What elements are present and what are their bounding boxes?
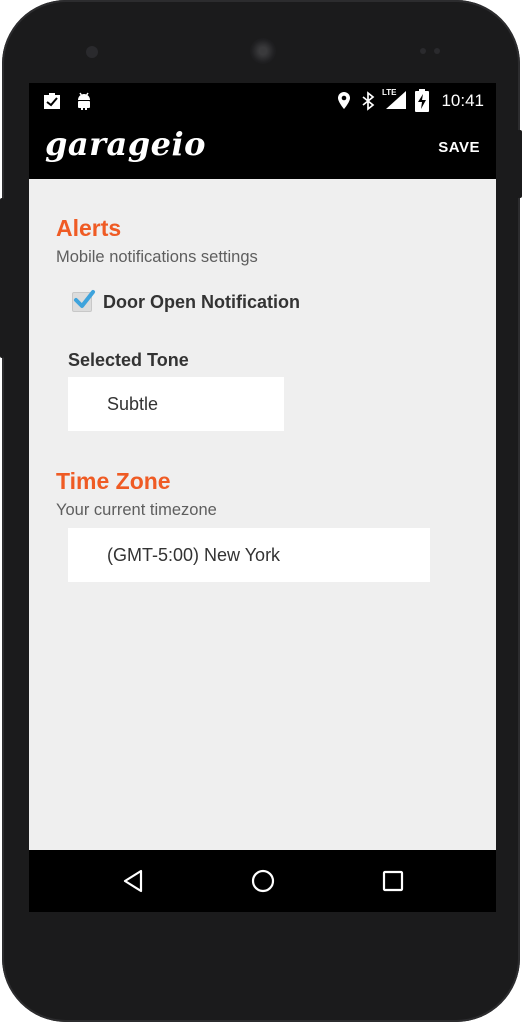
volume-button bbox=[0, 198, 4, 358]
lte-signal-icon: LTE bbox=[382, 87, 408, 116]
status-bar: LTE 10:41 bbox=[29, 83, 496, 119]
proximity-sensor bbox=[420, 48, 426, 54]
back-icon[interactable] bbox=[121, 868, 145, 899]
alerts-title: Alerts bbox=[56, 215, 122, 241]
screen: LTE 10:41 garageio SAVE Alerts Mobile no… bbox=[29, 83, 496, 912]
status-time: 10:41 bbox=[441, 91, 484, 110]
recents-icon[interactable] bbox=[381, 868, 405, 899]
app-bar: garageio SAVE bbox=[29, 119, 496, 179]
alerts-subtitle: Mobile notifications settings bbox=[56, 248, 258, 266]
location-icon bbox=[336, 91, 352, 116]
earpiece-speaker bbox=[250, 38, 276, 64]
navigation-bar bbox=[29, 850, 496, 912]
time-zone-title: Time Zone bbox=[56, 468, 171, 494]
clipboard-check-icon bbox=[42, 91, 62, 116]
bluetooth-icon bbox=[361, 91, 375, 116]
time-zone-subtitle: Your current timezone bbox=[56, 501, 217, 519]
front-camera bbox=[86, 46, 98, 58]
time-zone-selector[interactable]: (GMT-5:00) New York bbox=[68, 528, 430, 582]
android-icon bbox=[75, 91, 93, 116]
save-button[interactable]: SAVE bbox=[438, 139, 480, 156]
app-logo: garageio bbox=[45, 125, 206, 163]
tone-selector[interactable]: Subtle bbox=[68, 377, 284, 431]
home-icon[interactable] bbox=[250, 868, 276, 899]
time-zone-value: (GMT-5:00) New York bbox=[107, 545, 281, 565]
door-open-checkbox[interactable] bbox=[72, 290, 95, 312]
checkmark-icon bbox=[74, 290, 95, 308]
selected-tone-label: Selected Tone bbox=[68, 350, 189, 370]
lte-label: LTE bbox=[382, 88, 397, 97]
battery-charging-icon bbox=[415, 89, 429, 118]
power-button bbox=[517, 130, 522, 198]
tone-value: Subtle bbox=[107, 394, 159, 414]
phone-frame: LTE 10:41 garageio SAVE Alerts Mobile no… bbox=[2, 0, 520, 1022]
door-open-label[interactable]: Door Open Notification bbox=[103, 292, 300, 313]
light-sensor bbox=[434, 48, 440, 54]
